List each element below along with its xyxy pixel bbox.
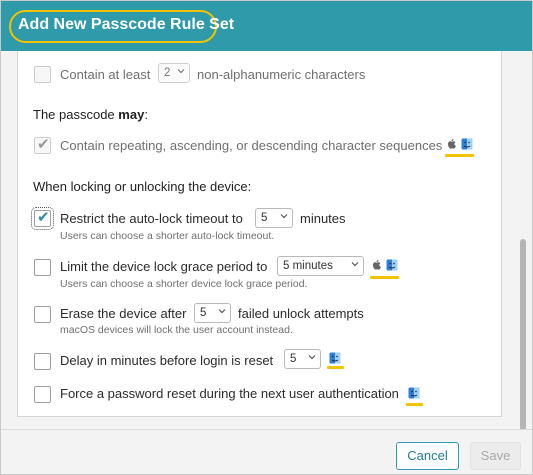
finder-icon [329, 352, 341, 364]
grace-icons-underline [370, 276, 399, 279]
erase-device-label: Erase the device after [60, 306, 187, 321]
autolock-minutes-select[interactable]: 5 [255, 208, 293, 228]
erase-attempts-select[interactable]: 5 [194, 303, 231, 323]
scrollbar-thumb[interactable] [520, 239, 526, 431]
erase-attempts-value: 5 [200, 307, 207, 319]
alphanumeric-count-select[interactable]: 2 [158, 63, 190, 83]
grace-period-help: Users can choose a shorter device lock g… [60, 278, 308, 290]
alphanumeric-count-value: 2 [164, 67, 171, 79]
cancel-button[interactable]: Cancel [396, 442, 459, 470]
dialog-footer: Cancel Save [1, 429, 532, 474]
add-passcode-rule-dialog: Add New Passcode Rule Set Contain at lea… [0, 0, 533, 475]
force-reset-platform-icons [408, 386, 420, 402]
checkmark-icon: ✔ [37, 136, 50, 153]
force-reset-checkbox[interactable] [34, 386, 51, 403]
apple-icon [373, 260, 381, 270]
autolock-help: Users can choose a shorter auto-lock tim… [60, 230, 275, 242]
may-heading-prefix: The passcode [33, 107, 119, 122]
grace-period-select[interactable]: 5 minutes [277, 256, 364, 276]
finder-icon [461, 138, 473, 150]
erase-device-suffix: failed unlock attempts [238, 306, 364, 321]
lock-heading: When locking or unlocking the device: [33, 179, 252, 194]
chevron-down-icon [280, 214, 288, 219]
delay-login-label: Delay in minutes before login is reset [60, 353, 274, 368]
grace-period-checkbox[interactable] [34, 259, 51, 276]
chevron-down-icon [218, 309, 226, 314]
autolock-minutes-value: 5 [261, 212, 268, 224]
erase-device-help: macOS devices will lock the user account… [60, 324, 293, 336]
grace-period-value: 5 minutes [283, 260, 333, 272]
chevron-down-icon [308, 355, 316, 360]
delay-minutes-select[interactable]: 5 [284, 349, 321, 369]
delay-icons-underline [327, 366, 344, 369]
chevron-down-icon [177, 69, 185, 74]
autolock-suffix: minutes [300, 211, 346, 226]
sequences-label: Contain repeating, ascending, or descend… [60, 138, 443, 153]
may-heading-suffix: : [144, 107, 148, 122]
delay-minutes-value: 5 [290, 353, 297, 365]
save-button[interactable]: Save [470, 442, 521, 470]
finder-icon [386, 259, 398, 271]
autolock-checkbox[interactable]: ✔ [31, 207, 54, 230]
alphanumeric-label-prefix: Contain at least [60, 67, 151, 82]
apple-icon [448, 139, 456, 149]
dialog-header: Add New Passcode Rule Set [1, 1, 532, 51]
dialog-body[interactable]: Contain at least 2 non-alphanumeric char… [1, 51, 532, 431]
delay-platform-icons [329, 351, 341, 367]
alphanumeric-checkbox[interactable] [34, 66, 51, 83]
finder-icon [408, 387, 420, 399]
delay-login-checkbox[interactable] [34, 353, 51, 370]
chevron-down-icon [351, 262, 359, 267]
dialog-title: Add New Passcode Rule Set [18, 16, 235, 33]
grace-period-label: Limit the device lock grace period to [60, 259, 268, 274]
force-reset-label: Force a password reset during the next u… [60, 386, 399, 401]
sequences-platform-icons [447, 137, 473, 153]
sequences-checkbox[interactable]: ✔ [34, 136, 51, 154]
alphanumeric-label-suffix: non-alphanumeric characters [197, 67, 366, 82]
grace-platform-icons [372, 258, 398, 274]
erase-device-checkbox[interactable] [34, 306, 51, 323]
may-heading: The passcode may: [33, 107, 148, 122]
sequences-icons-underline [445, 154, 474, 157]
checkmark-icon: ✔ [37, 209, 50, 226]
autolock-label: Restrict the auto-lock timeout to [60, 211, 243, 226]
force-reset-icons-underline [406, 403, 423, 406]
may-heading-bold: may [118, 107, 145, 122]
